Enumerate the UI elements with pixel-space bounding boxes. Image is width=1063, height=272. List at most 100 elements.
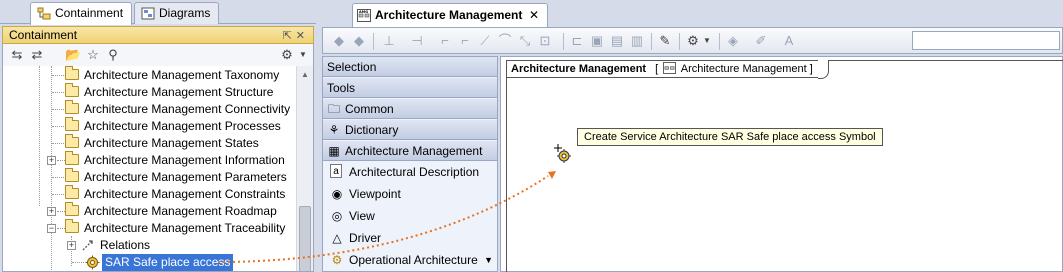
tree-item-label: Architecture Management Roadmap	[84, 204, 277, 218]
diagram-canvas[interactable]: Architecture Management [ Architecture M…	[500, 56, 1063, 272]
chevron-down-icon[interactable]: ▼	[699, 33, 715, 49]
drop-cursor-icon	[554, 144, 571, 163]
diagrams-icon	[141, 7, 155, 20]
toolbar-search-input[interactable]	[912, 31, 1060, 50]
forward-icon[interactable]: ◆	[351, 33, 367, 49]
panel-window-buttons[interactable]: ⇱✕	[283, 28, 309, 44]
panel-title: Containment	[9, 28, 78, 42]
palette-tools-group[interactable]: Tools	[323, 78, 497, 98]
line-color-icon[interactable]: ✐	[753, 33, 769, 49]
tree-item-label: Architecture Management Information	[84, 153, 285, 167]
back-icon[interactable]: ◆	[331, 33, 347, 49]
expand-toggle[interactable]: +	[67, 241, 76, 250]
expand-icon[interactable]: ⇄	[29, 47, 45, 63]
folder-icon: 🗀	[327, 102, 340, 116]
tree-item-label: Architecture Management Structure	[84, 85, 274, 99]
reset-path-icon[interactable]: ⤡	[517, 33, 533, 49]
palette-item-label: Architectural Description	[349, 165, 480, 179]
star-icon[interactable]: ☆	[85, 47, 101, 63]
driver-icon: △	[332, 231, 342, 245]
panel-header: Containment ⇱✕	[2, 26, 314, 44]
tree-item-label: Architecture Management Traceability	[84, 221, 286, 235]
frame-bracket-close: ]	[809, 63, 813, 75]
palette-item-view[interactable]: ◎ View	[323, 205, 497, 227]
folder-icon	[65, 100, 79, 114]
frame-bracket-text: Architecture Management	[680, 63, 807, 75]
palette-item-viewpoint[interactable]: ◉ Viewpoint	[323, 183, 497, 205]
tree-item-label: Relations	[100, 238, 151, 252]
open-folder-icon[interactable]: 📂	[65, 47, 81, 63]
palette-dictionary-group[interactable]: ⚘ Dictionary	[323, 120, 497, 140]
frame-title: Architecture Management	[511, 63, 647, 75]
fill-color-icon[interactable]: ◈	[725, 33, 741, 49]
collapse-all-icon[interactable]: ⇆	[9, 47, 25, 63]
expand-toggle[interactable]: +	[47, 207, 56, 216]
font-color-icon[interactable]: A	[781, 33, 797, 49]
folder-icon	[65, 66, 79, 80]
layout-icon[interactable]: ⊥	[381, 33, 397, 49]
align-icon[interactable]: ⊣	[409, 33, 425, 49]
dictionary-icon: ⚘	[328, 123, 340, 137]
expand-toggle[interactable]: +	[47, 156, 56, 165]
diagram-tab-label: Architecture Management	[375, 8, 523, 22]
rectilinear-path-icon[interactable]: ⌐	[457, 33, 473, 49]
containment-tree: Architecture Management Taxonomy Archite…	[2, 66, 314, 272]
folder-icon	[65, 83, 79, 97]
folder-icon	[65, 202, 79, 216]
palette-common-group[interactable]: 🗀 Common	[323, 99, 497, 119]
container-icon[interactable]: ▤	[609, 33, 625, 49]
scroll-thumb[interactable]	[299, 206, 311, 271]
palette-item-architectural-description[interactable]: a Architectural Description	[323, 161, 497, 183]
shapes-icon[interactable]: ▥	[629, 33, 645, 49]
diagram-frame[interactable]: Architecture Management [ Architecture M…	[506, 60, 1063, 272]
folder-icon	[65, 219, 79, 233]
palette-dictionary-label: Dictionary	[345, 123, 399, 137]
palette-selection-group[interactable]: Selection	[323, 57, 497, 77]
scroll-up-icon[interactable]: ▲	[301, 70, 309, 79]
palette-item-driver[interactable]: △ Driver	[323, 227, 497, 249]
tree-item-label: Architecture Management Parameters	[84, 170, 287, 184]
route-icon[interactable]: ⊡	[537, 33, 553, 49]
folder-icon	[65, 134, 79, 148]
path-style-icon[interactable]: ⌐	[437, 33, 453, 49]
palette-item-label: View	[349, 209, 375, 223]
close-icon[interactable]: ✕	[529, 4, 539, 26]
chevron-down-icon[interactable]: ▼	[484, 249, 493, 271]
tab-diagrams-label: Diagrams	[159, 6, 211, 20]
tab-containment-label: Containment	[55, 6, 124, 20]
diagram-type-icon	[663, 62, 677, 74]
palette-selection-label: Selection	[327, 60, 377, 74]
folder-icon	[65, 168, 79, 182]
tab-architecture-management[interactable]: AMG Architecture Management ✕	[352, 3, 548, 27]
tab-diagrams[interactable]: Diagrams	[134, 2, 220, 24]
palette-item-operational-architecture[interactable]: ⚙ Operational Architecture ▼	[323, 249, 497, 271]
collapse-toggle[interactable]: −	[47, 224, 56, 233]
tab-containment[interactable]: Containment	[30, 2, 133, 25]
tree-guide-line	[39, 66, 40, 206]
chevron-down-icon[interactable]: ▼	[295, 47, 311, 63]
tree-item-label: Architecture Management States	[84, 136, 259, 150]
frame-bracket-open: [	[655, 63, 659, 75]
group-icon[interactable]: ▣	[589, 33, 605, 49]
drop-tooltip: Create Service Architecture SAR Safe pla…	[577, 128, 883, 146]
folder-icon	[65, 151, 79, 165]
gear-icon[interactable]: ⚙	[279, 47, 295, 63]
diagram-icon: ▦	[328, 144, 340, 158]
svg-text:AMG: AMG	[359, 10, 368, 14]
palette-architecture-management-group[interactable]: ▦ Architecture Management	[323, 141, 497, 161]
containment-toolbar: ⇆ ⇄ 📂 ☆ ⚲ ⚙ ▼	[2, 44, 314, 66]
tree-scrollbar[interactable]: ▲	[296, 66, 313, 271]
relation-icon	[82, 240, 93, 251]
search-icon[interactable]: ⚲	[105, 47, 121, 63]
bezier-path-icon[interactable]: ⌒	[497, 33, 513, 49]
oblique-path-icon[interactable]: ⟋	[477, 33, 493, 49]
edit-icon[interactable]: ✎	[657, 33, 673, 49]
folder-icon	[65, 117, 79, 131]
left-tab-bar: Containment Diagrams	[0, 0, 316, 25]
palette-common-label: Common	[345, 102, 394, 116]
architectural-description-icon: a	[330, 164, 342, 178]
split-icon[interactable]: ⊏	[569, 33, 585, 49]
palette-architecture-management-label: Architecture Management	[345, 144, 483, 158]
tree-item-label: Architecture Management Processes	[84, 119, 281, 133]
viewpoint-icon: ◉	[331, 187, 343, 201]
